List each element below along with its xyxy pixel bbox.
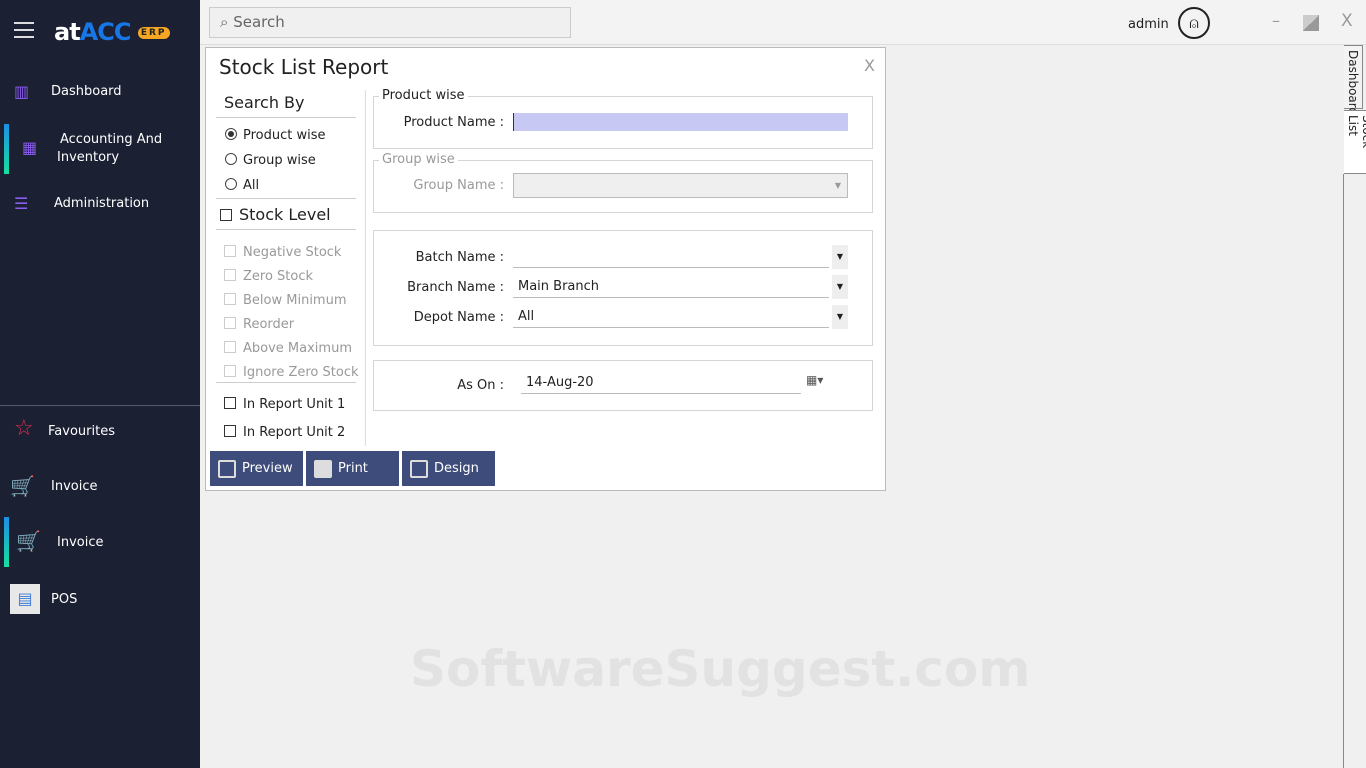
watermark: SoftwareSuggest.com — [410, 640, 1031, 698]
logo: atACC ERP — [54, 18, 170, 46]
divider — [216, 382, 356, 383]
radio-product-wise[interactable]: Product wise — [225, 128, 326, 143]
preview-button[interactable]: Preview — [210, 451, 303, 486]
checkbox-below-minimum[interactable]: Below Minimum — [224, 289, 359, 313]
batch-dropdown-button[interactable]: ▼ — [832, 245, 848, 269]
divider — [216, 198, 356, 199]
stock-level-options: Negative Stock Zero Stock Below Minimum … — [224, 241, 359, 385]
cart-icon: 🛒 — [10, 474, 35, 498]
avatar-icon[interactable]: ⍝ — [1178, 7, 1210, 39]
product-wise-group: Product wise Product Name : — [373, 88, 873, 149]
depot-dropdown-button[interactable]: ▼ — [832, 305, 848, 329]
search-input[interactable]: ⌕ Search — [209, 7, 571, 38]
top-bar: ⌕ Search admin ⍝ – X — [200, 0, 1366, 45]
cart-icon: 🛒 — [16, 529, 41, 553]
sidebar-item-accounting[interactable]: ▦ Accounting And Inventory — [0, 124, 200, 174]
sidebar-item-invoice-2[interactable]: 🛒 Invoice — [0, 517, 200, 567]
divider — [365, 90, 366, 446]
group-name-select[interactable]: ▼ — [513, 173, 848, 198]
calendar-icon[interactable]: ▦▾ — [806, 373, 823, 387]
radio-all[interactable]: All — [225, 178, 259, 193]
pos-icon: ▤ — [10, 584, 40, 614]
maximize-button[interactable] — [1303, 15, 1319, 31]
sidebar-item-pos[interactable]: ▤ POS — [0, 584, 200, 614]
sidebar-item-dashboard[interactable]: ▥ Dashboard — [0, 82, 200, 104]
dialog-title: Stock List Report — [219, 55, 389, 79]
active-indicator — [4, 124, 9, 174]
menu-icon[interactable] — [14, 22, 34, 38]
dialog-close-button[interactable]: X — [864, 56, 875, 75]
batch-name-input[interactable] — [513, 246, 829, 268]
window-close-button[interactable]: X — [1341, 11, 1353, 31]
checkbox-negative-stock[interactable]: Negative Stock — [224, 241, 359, 265]
stock-level-checkbox[interactable]: Stock Level — [220, 205, 331, 224]
user-name: admin — [1128, 17, 1169, 32]
search-icon: ⌕ — [220, 13, 229, 31]
checkbox-report-unit-2[interactable]: In Report Unit 2 — [224, 425, 345, 440]
design-button[interactable]: Design — [402, 451, 495, 486]
divider — [0, 405, 200, 406]
preview-icon — [218, 459, 236, 478]
as-on-group: As On : 14-Aug-20 ▦▾ — [373, 360, 873, 411]
depot-name-input[interactable]: All — [513, 306, 829, 328]
divider — [216, 229, 356, 230]
dashboard-icon: ▥ — [14, 82, 30, 101]
minimize-button[interactable]: – — [1272, 11, 1280, 30]
checkbox-reorder[interactable]: Reorder — [224, 313, 359, 337]
sidebar-item-favourites[interactable]: ☆ Favourites — [0, 416, 200, 444]
checkbox-zero-stock[interactable]: Zero Stock — [224, 265, 359, 289]
checkbox-report-unit-1[interactable]: In Report Unit 1 — [224, 397, 345, 412]
print-button[interactable]: Print — [306, 451, 399, 486]
printer-icon — [314, 459, 332, 478]
divider — [1343, 174, 1344, 768]
branch-dropdown-button[interactable]: ▼ — [832, 275, 848, 299]
tab-dashboard[interactable]: Dashboard — [1344, 45, 1363, 115]
location-group: Batch Name : ▼ Branch Name : Main Branch… — [373, 230, 873, 346]
calculator-icon: ▦ — [22, 138, 38, 157]
radio-group-wise[interactable]: Group wise — [225, 153, 316, 168]
group-wise-group: Group wise Group Name : ▼ — [373, 152, 873, 213]
stock-list-dialog: Stock List Report X Search By Product wi… — [205, 47, 886, 491]
sidebar: atACC ERP ▥ Dashboard ▦ Accounting And I… — [0, 0, 200, 768]
star-icon: ☆ — [14, 416, 34, 441]
design-icon — [410, 459, 428, 478]
search-by-heading: Search By — [224, 93, 305, 112]
active-indicator — [4, 517, 9, 567]
divider — [216, 117, 356, 118]
checkbox-above-maximum[interactable]: Above Maximum — [224, 337, 359, 361]
product-name-input[interactable] — [513, 113, 848, 131]
server-icon: ☰ — [14, 194, 29, 213]
sidebar-item-administration[interactable]: ☰ Administration — [0, 194, 200, 216]
branch-name-input[interactable]: Main Branch — [513, 276, 829, 298]
tab-stock-list[interactable]: Stock List — [1344, 110, 1366, 174]
sidebar-item-invoice[interactable]: 🛒 Invoice — [0, 474, 200, 500]
as-on-date-input[interactable]: 14-Aug-20 — [521, 372, 801, 394]
